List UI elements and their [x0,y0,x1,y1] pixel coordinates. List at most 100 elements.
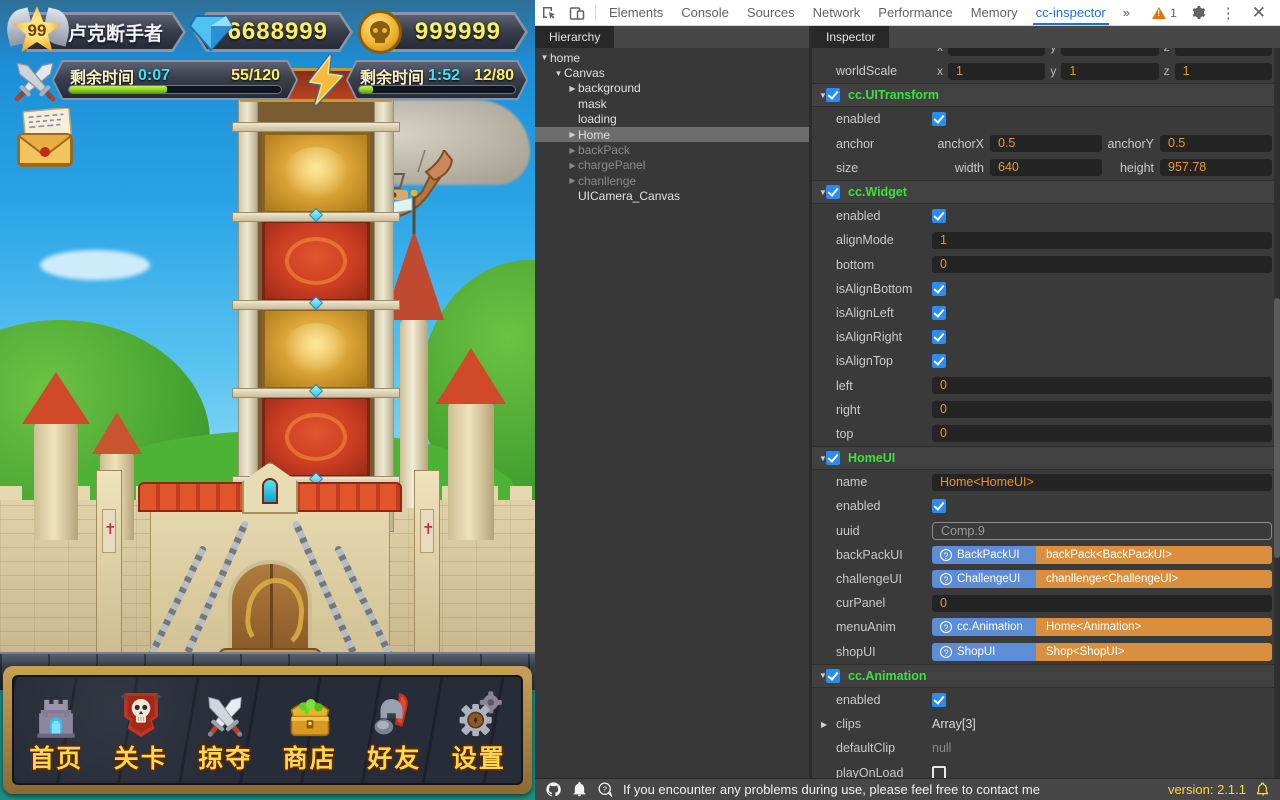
tree-expand-icon[interactable]: ▶ [567,84,578,93]
tree-node-loading[interactable]: loading [535,112,809,127]
tree-collapse-icon[interactable]: ▼ [553,69,564,78]
tree-expand-icon[interactable]: ▶ [567,130,578,139]
help-circle-icon: ? [940,621,952,633]
checkbox-isAlignTop[interactable] [932,354,946,368]
property-label: name [812,475,932,489]
checkbox-isAlignLeft[interactable] [932,306,946,320]
axis-input[interactable] [1061,48,1158,56]
menu-item-设置[interactable]: 设置 [440,688,518,772]
field-input[interactable]: 0.5 [990,135,1102,152]
component-enabled-checkbox[interactable] [826,451,840,465]
value-input[interactable]: Home<HomeUI> [932,474,1272,491]
tree-node-Canvas[interactable]: ▼Canvas [535,65,809,80]
tab-Network[interactable]: Network [804,0,870,25]
axis-input[interactable]: 1 [1061,63,1158,80]
tab-Sources[interactable]: Sources [738,0,804,25]
property-row-anchor: anchoranchorX0.5anchorY0.5 [812,132,1280,156]
ref-type-button[interactable]: ?cc.Animation [932,618,1036,636]
checkbox-playOnLoad[interactable] [932,766,946,778]
tree-node-label: Canvas [564,66,605,80]
tree-node-Home[interactable]: ▶Home [535,127,809,142]
collapse-arrow-icon[interactable]: ▼ [812,188,826,197]
notification-bell-icon[interactable] [1255,782,1270,797]
ref-target-value[interactable]: Shop<ShopUI> [1036,643,1272,661]
expand-arrow-icon[interactable]: ▶ [821,720,827,729]
skull-coin-icon [358,10,402,54]
value-input[interactable]: 0 [932,595,1272,612]
collapse-arrow-icon[interactable]: ▼ [812,454,826,463]
checkbox-enabled[interactable] [932,693,946,707]
inspector-scrollbar[interactable] [1274,48,1280,778]
menu-item-商店[interactable]: 商店 [271,688,349,772]
ref-target-value[interactable]: chanllenge<ChallengeUI> [1036,570,1272,588]
github-icon[interactable] [545,781,562,798]
ref-type-button[interactable]: ?ChallengeUI [932,570,1036,588]
field-input[interactable]: 0.5 [1160,135,1272,152]
collapse-arrow-icon[interactable]: ▼ [812,91,826,100]
menu-item-label: 掠夺 [198,747,252,772]
warning-badge[interactable]: 1 [1146,6,1183,20]
axis-input[interactable]: 1 [1175,63,1272,80]
level-badge[interactable]: 99 [12,6,62,56]
ref-type-button[interactable]: ?ShopUI [932,643,1036,661]
tree-expand-icon[interactable]: ▶ [567,161,578,170]
axis-input[interactable]: 1 [948,63,1045,80]
component-enabled-checkbox[interactable] [826,185,840,199]
component-title: cc.Widget [840,185,907,199]
collapse-arrow-icon[interactable]: ▼ [812,671,826,680]
mail-icon[interactable] [14,108,80,170]
component-enabled-checkbox[interactable] [826,669,840,683]
tree-node-UICamera_Canvas[interactable]: UICamera_Canvas [535,189,809,204]
more-tabs-chevron[interactable]: » [1115,5,1138,20]
tree-node-backPack[interactable]: ▶backPack [535,142,809,157]
value-input[interactable]: 0 [932,377,1272,394]
tab-Performance[interactable]: Performance [869,0,961,25]
uuid-input[interactable]: Comp.9 [932,522,1272,540]
tree-node-background[interactable]: ▶background [535,81,809,96]
ref-type-button[interactable]: ?BackPackUI [932,546,1036,564]
device-toolbar-icon[interactable] [563,1,591,25]
tab-cc-inspector[interactable]: cc-inspector [1027,0,1115,25]
menu-item-好友[interactable]: 好友 [355,688,433,772]
checkbox-isAlignRight[interactable] [932,330,946,344]
wall-pillar [414,470,440,660]
help-chat-icon[interactable]: ? [597,781,614,798]
checkbox-enabled[interactable] [932,209,946,223]
axis-input[interactable] [948,48,1045,56]
hierarchy-tab[interactable]: Hierarchy [535,26,614,48]
inspect-element-icon[interactable] [535,1,563,25]
value-input[interactable]: 0 [932,256,1272,273]
tab-Memory[interactable]: Memory [962,0,1027,25]
value-input[interactable]: 1 [932,232,1272,249]
field-input[interactable]: 957.78 [1160,159,1272,176]
component-enabled-checkbox[interactable] [826,88,840,102]
menu-item-掠夺[interactable]: 掠夺 [186,688,264,772]
checkbox-isAlignBottom[interactable] [932,282,946,296]
checkbox-enabled[interactable] [932,112,946,126]
ref-target-value[interactable]: Home<Animation> [1036,618,1272,636]
scrollbar-thumb[interactable] [1274,298,1280,558]
tree-expand-icon[interactable]: ▶ [567,176,578,185]
value-input[interactable]: 0 [932,425,1272,442]
more-options-icon[interactable]: ⋮ [1215,4,1242,22]
tree-expand-icon[interactable]: ▶ [567,146,578,155]
tree-node-home[interactable]: ▼home [535,50,809,65]
menu-item-关卡[interactable]: 关卡 [102,688,180,772]
field-input[interactable]: 640 [990,159,1102,176]
inspector-tab[interactable]: Inspector [812,26,889,48]
gold-count: 999999 [415,18,501,46]
bell-icon[interactable] [571,781,588,798]
settings-gear-icon[interactable] [1185,1,1213,25]
close-devtools-icon[interactable]: ✕ [1244,3,1274,23]
value-input[interactable]: 0 [932,401,1272,418]
tree-node-chargePanel[interactable]: ▶chargePanel [535,158,809,173]
tree-collapse-icon[interactable]: ▼ [539,53,550,62]
axis-input[interactable] [1175,48,1272,56]
tree-node-chanllenge[interactable]: ▶chanllenge [535,173,809,188]
ref-target-value[interactable]: backPack<BackPackUI> [1036,546,1272,564]
menu-item-首页[interactable]: 首页 [17,688,95,772]
tab-Elements[interactable]: Elements [600,0,672,25]
checkbox-enabled[interactable] [932,499,946,513]
tree-node-mask[interactable]: mask [535,96,809,111]
tab-Console[interactable]: Console [672,0,738,25]
